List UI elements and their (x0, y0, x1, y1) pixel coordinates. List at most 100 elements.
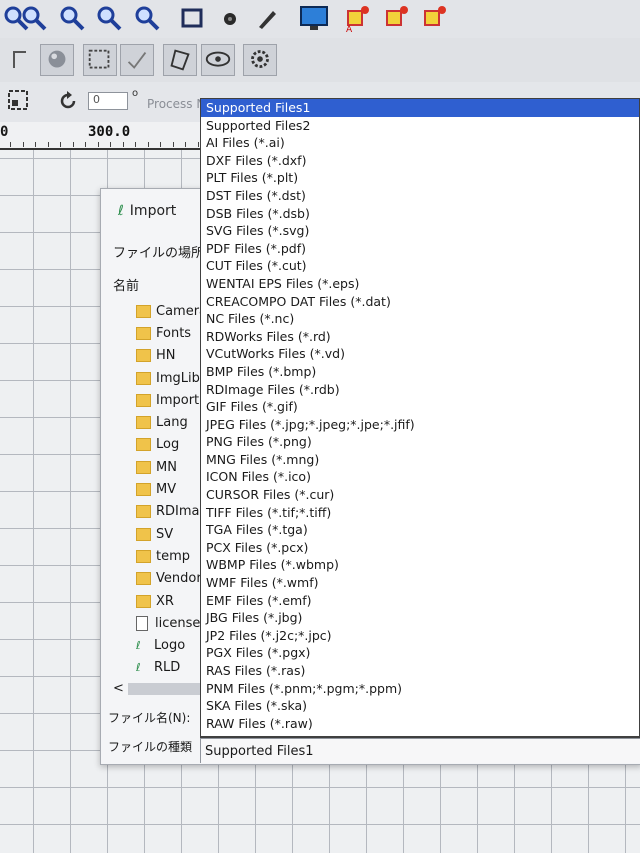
record-icon[interactable] (216, 5, 244, 33)
horizontal-scrollbar[interactable]: < (113, 681, 201, 697)
zoom-select-icon[interactable] (95, 4, 123, 32)
filetype-option[interactable]: DST Files (*.dst) (201, 187, 639, 205)
filetype-option[interactable]: NC Files (*.nc) (201, 310, 639, 328)
zoom-out-icon[interactable] (20, 4, 48, 32)
layer-b-icon[interactable] (382, 3, 412, 33)
import-app-icon: ℓ (118, 203, 124, 219)
filetype-option[interactable]: CREACOMPO DAT Files (*.dat) (201, 293, 639, 311)
gear-icon[interactable] (243, 44, 277, 76)
sphere-icon[interactable] (40, 44, 74, 76)
filetype-option[interactable]: BMP Files (*.bmp) (201, 363, 639, 381)
ruler-tick (185, 142, 186, 147)
eye-icon[interactable] (201, 44, 235, 76)
ruler-tick (172, 142, 174, 147)
file-list-item[interactable]: Fonts (136, 322, 204, 344)
ruler-tick (197, 142, 199, 147)
filetype-option[interactable]: Supported Files1 (201, 99, 639, 117)
file-list-item[interactable]: ImgLib (136, 367, 204, 389)
rotate-icon[interactable] (57, 90, 79, 112)
file-list-item[interactable]: RDImag (136, 501, 204, 523)
file-list-item[interactable]: temp (136, 545, 204, 567)
filetype-option[interactable]: PNM Files (*.pnm;*.pgm;*.ppm) (201, 680, 639, 698)
file-list-item[interactable]: MN (136, 456, 204, 478)
filetype-option[interactable]: DSB Files (*.dsb) (201, 205, 639, 223)
filetype-option[interactable]: TGA Files (*.tga) (201, 521, 639, 539)
filetype-label: ファイルの種類 (108, 740, 193, 754)
file-name: Log (156, 437, 180, 453)
eraser-icon[interactable] (163, 44, 197, 76)
filetype-option[interactable]: VCutWorks Files (*.vd) (201, 345, 639, 363)
filetype-option[interactable]: PNG Files (*.png) (201, 433, 639, 451)
folder-icon (136, 527, 151, 541)
filetype-option[interactable]: RAW Files (*.raw) (201, 715, 639, 733)
corner-icon[interactable] (10, 48, 30, 70)
zoom-fit-icon[interactable] (58, 4, 86, 32)
ruler-tick (97, 142, 99, 147)
file-list-item[interactable]: Log (136, 434, 204, 456)
main-toolbar: A (0, 0, 640, 39)
filetype-option[interactable]: CUT Files (*.cut) (201, 257, 639, 275)
filetype-value: Supported Files1 (205, 744, 314, 759)
filetype-option[interactable]: JPEG Files (*.jpg;*.jpeg;*.jpe;*.jfif) (201, 416, 639, 434)
filetype-select[interactable]: Supported Files1 (200, 738, 640, 763)
rectangle-icon[interactable] (178, 5, 206, 33)
layer-c-icon[interactable] (420, 3, 450, 33)
filetype-option[interactable]: PGX Files (*.pgx) (201, 644, 639, 662)
filetype-option[interactable]: WBMP Files (*.wbmp) (201, 556, 639, 574)
filetype-option[interactable]: Supported Files2 (201, 117, 639, 135)
scroll-thumb[interactable] (128, 683, 200, 695)
file-list-item[interactable]: MV (136, 478, 204, 500)
layer-a-icon[interactable]: A (343, 3, 373, 35)
check-marks-icon[interactable] (120, 44, 154, 76)
file-list-item[interactable]: license (136, 612, 204, 634)
zoom-icon[interactable] (133, 4, 161, 32)
filename-label: ファイル名(N): (108, 711, 191, 725)
ruler-tick (47, 142, 49, 147)
filetype-option[interactable]: PLT Files (*.plt) (201, 169, 639, 187)
folder-icon (136, 393, 151, 407)
filetype-option[interactable]: AI Files (*.ai) (201, 134, 639, 152)
file-list-item[interactable]: ℓ RLD (136, 657, 204, 679)
file-name: RDImag (156, 504, 204, 520)
filetype-option[interactable]: GIF Files (*.gif) (201, 398, 639, 416)
file-list-item[interactable]: Vendor (136, 568, 204, 590)
dotted-select-icon[interactable] (83, 44, 117, 76)
file-list-item[interactable]: HN (136, 345, 204, 367)
filetype-option[interactable]: WENTAI EPS Files (*.eps) (201, 275, 639, 293)
folder-icon (136, 416, 151, 430)
file-list-item[interactable]: Camera (136, 300, 204, 322)
filetype-option[interactable]: SVG Files (*.svg) (201, 222, 639, 240)
ruler-tick (72, 142, 74, 147)
document-icon (136, 615, 148, 631)
name-column-header[interactable]: 名前 (113, 275, 139, 294)
scroll-left-icon[interactable]: < (113, 681, 124, 696)
filetype-option[interactable]: MNG Files (*.mng) (201, 451, 639, 469)
align-icon[interactable] (6, 88, 32, 114)
filetype-option[interactable]: ICON Files (*.ico) (201, 468, 639, 486)
filetype-option[interactable]: PCX Files (*.pcx) (201, 539, 639, 557)
monitor-icon[interactable] (298, 3, 330, 35)
filetype-option[interactable]: RAS Files (*.ras) (201, 662, 639, 680)
file-list-item[interactable]: Import (136, 389, 204, 411)
filetype-option[interactable]: RDWorks Files (*.rd) (201, 328, 639, 346)
file-list-item[interactable]: XR (136, 590, 204, 612)
file-list-item[interactable]: SV (136, 523, 204, 545)
filetype-option[interactable]: JBG Files (*.jbg) (201, 609, 639, 627)
file-name: HN (156, 348, 176, 364)
rotation-input[interactable]: 0 (88, 92, 128, 110)
filetype-option[interactable]: TIFF Files (*.tif;*.tiff) (201, 504, 639, 522)
filetype-option[interactable]: DXF Files (*.dxf) (201, 152, 639, 170)
pen-icon[interactable] (253, 5, 281, 33)
filetype-option[interactable]: JP2 Files (*.j2c;*.jpc) (201, 627, 639, 645)
filetype-option[interactable]: RDImage Files (*.rdb) (201, 381, 639, 399)
svg-text:A: A (346, 25, 353, 33)
filetype-option[interactable]: CURSOR Files (*.cur) (201, 486, 639, 504)
filetype-option[interactable]: EMF Files (*.emf) (201, 592, 639, 610)
file-list-item[interactable]: Lang (136, 411, 204, 433)
filetype-option[interactable]: SKA Files (*.ska) (201, 697, 639, 715)
file-list-item[interactable]: ℓ Logo (136, 634, 204, 656)
filetype-option[interactable]: WMF Files (*.wmf) (201, 574, 639, 592)
filetype-dropdown-list[interactable]: Supported Files1 Supported Files2 AI Files… (200, 98, 640, 738)
file-name: RLD (154, 660, 181, 676)
filetype-option[interactable]: PDF Files (*.pdf) (201, 240, 639, 258)
